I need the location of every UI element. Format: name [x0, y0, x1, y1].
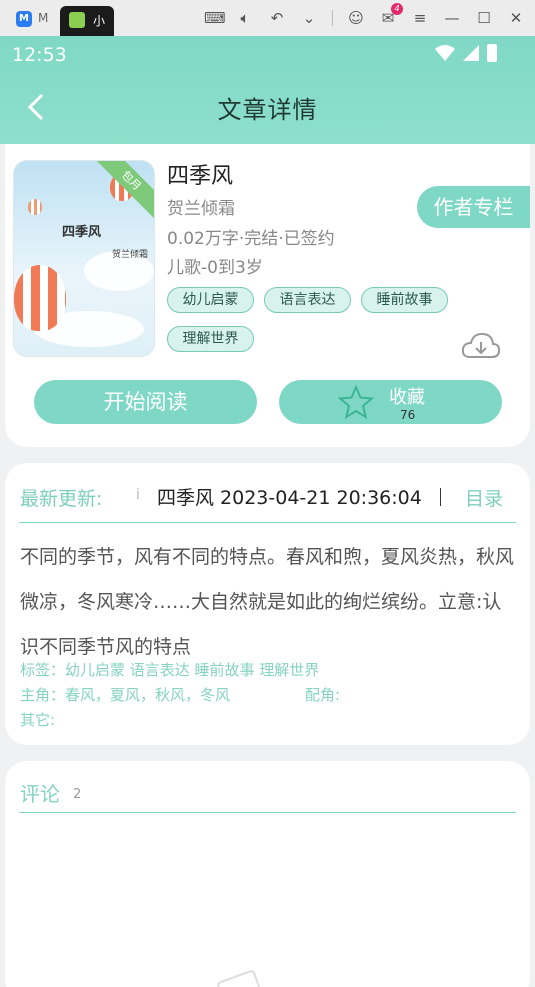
supporting-characters-label: 配角: — [305, 686, 341, 704]
signal-icon — [463, 45, 479, 61]
main-characters-line: 主角：春风，夏风，秋风，冬风 — [20, 686, 231, 704]
page-title: 文章详情 — [217, 96, 318, 124]
comments-card: 评论 2 — [5, 761, 530, 987]
book-category: 儿歌-0到3岁 — [167, 258, 263, 278]
cover-title: 四季风 — [62, 225, 102, 240]
keyboard-icon[interactable]: ⌨ — [204, 9, 226, 27]
toolbar-divider — [332, 10, 333, 26]
divider — [19, 522, 516, 523]
app-logo-icon: M — [16, 11, 32, 27]
tab-1-label: M — [38, 11, 49, 25]
latest-update-label: 最新更新: — [20, 488, 103, 510]
book-author[interactable]: 贺兰倾霜 — [167, 194, 235, 219]
wifi-icon — [435, 45, 455, 61]
maximize-icon[interactable]: ☐ — [475, 9, 493, 27]
download-cloud-icon[interactable] — [461, 331, 501, 361]
book-meta: 0.02万字·完结·已签约 — [167, 229, 335, 249]
tag-chip[interactable]: 幼儿启蒙 — [167, 287, 254, 313]
user-icon[interactable]: ☺ — [347, 9, 365, 27]
star-icon — [338, 385, 374, 419]
divider — [19, 812, 516, 813]
tag-chip[interactable]: 理解世界 — [167, 326, 254, 352]
book-info-card: 四季风 贺兰倾霜 包月 四季风 贺兰倾霜 0.02万字·完结·已签约 儿歌-0到… — [5, 144, 530, 447]
balloon-shape — [28, 199, 42, 215]
app-header: 12:53 文章详情 — [0, 36, 535, 144]
book-summary: 不同的季节，风有不同的特点。春风和煦，夏风炎热，秋风微凉，冬风寒冷……大自然就是… — [20, 546, 515, 658]
update-marker-icon: ⅰ — [136, 487, 140, 503]
tag-chip[interactable]: 睡前故事 — [361, 287, 448, 313]
minimize-icon[interactable]: — — [443, 9, 461, 27]
status-time: 12:53 — [12, 44, 67, 66]
book-cover[interactable]: 四季风 贺兰倾霜 包月 — [13, 160, 155, 357]
volume-icon[interactable]: 🔈︎ — [236, 9, 254, 27]
start-reading-button[interactable]: 开始阅读 — [34, 380, 257, 424]
app-logo-icon — [69, 12, 85, 28]
balloon-shape — [14, 265, 66, 331]
tab-2-label: 小 — [93, 14, 106, 28]
empty-state-icon — [216, 969, 264, 987]
table-of-contents-link[interactable]: 目录 — [465, 484, 503, 511]
undo-icon[interactable]: ↶ — [268, 9, 286, 27]
favorite-button[interactable]: 收藏 76 — [279, 380, 502, 424]
close-icon[interactable]: ✕ — [507, 9, 525, 27]
cover-author: 贺兰倾霜 — [112, 250, 149, 260]
favorite-count: 76 — [400, 408, 416, 422]
tags-line: 标签：幼儿启蒙 语言表达 睡前故事 理解世界 — [20, 661, 320, 679]
emulator-tab-2[interactable]: 小 — [60, 6, 114, 36]
chevron-down-icon[interactable]: ⌄ — [300, 9, 318, 27]
mail-icon[interactable]: ✉ 4 — [379, 3, 403, 27]
book-title: 四季风 — [167, 164, 234, 189]
menu-icon[interactable]: ≡ — [411, 9, 429, 27]
emulator-tab-1[interactable]: M M — [8, 8, 56, 30]
tag-chip[interactable]: 语言表达 — [264, 287, 351, 313]
emulator-toolbar: ⌨ 🔈︎ ↶ ⌄ ☺ ✉ 4 ≡ — ☐ ✕ — [204, 3, 525, 28]
favorite-label: 收藏 — [389, 387, 425, 408]
battery-icon — [487, 44, 497, 62]
comments-count: 2 — [73, 787, 82, 802]
author-column-button[interactable]: 作者专栏 — [417, 186, 530, 228]
mail-badge: 4 — [391, 3, 403, 15]
status-icons — [435, 44, 497, 62]
emulator-title-bar: M M 小 ⌨ 🔈︎ ↶ ⌄ ☺ ✉ 4 ≡ — ☐ ✕ — [0, 0, 535, 36]
text-divider — [440, 488, 441, 506]
detail-card: 最新更新: ⅰ 四季风 2023-04-21 20:36:04 目录 不同的季节… — [5, 463, 530, 745]
comments-label: 评论 — [20, 782, 60, 806]
other-label: 其它: — [20, 711, 56, 729]
latest-update-text[interactable]: 四季风 2023-04-21 20:36:04 — [157, 483, 427, 510]
